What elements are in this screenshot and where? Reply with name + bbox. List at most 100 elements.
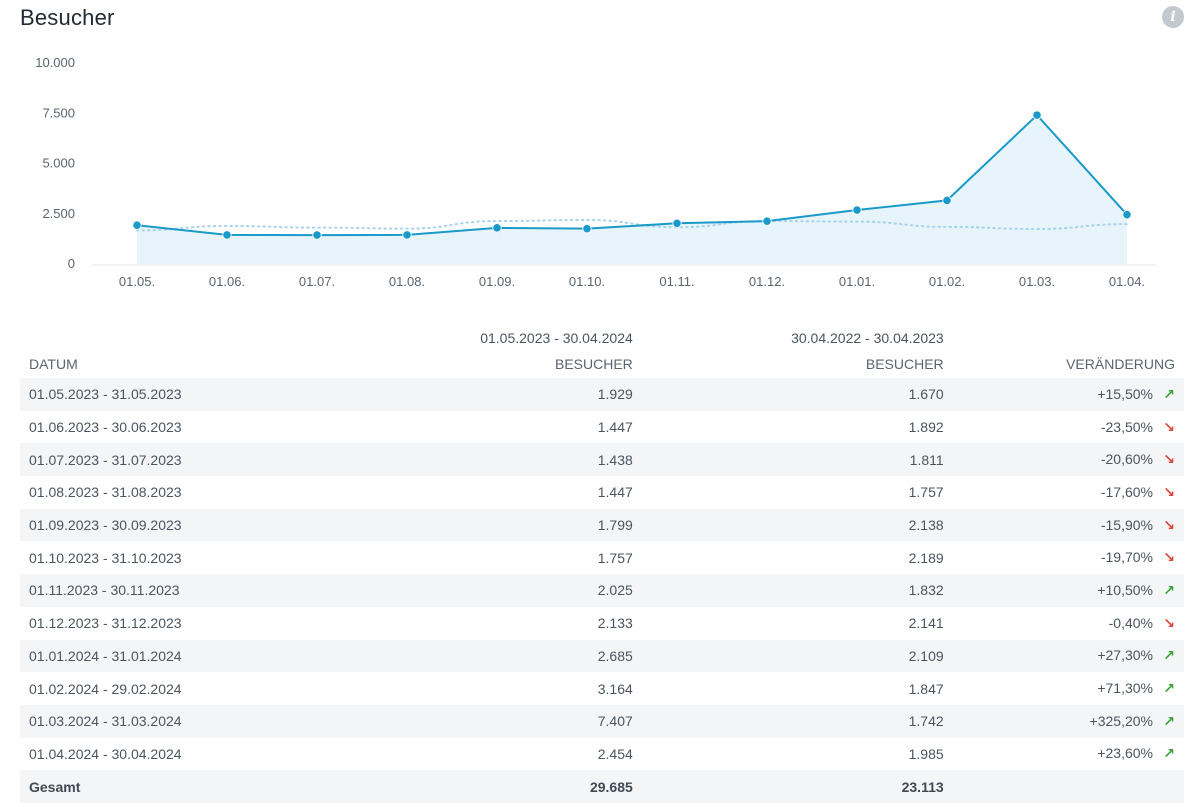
- change-value: -19,70%: [1100, 549, 1153, 566]
- row-visitors-previous: 1.847: [908, 680, 944, 697]
- row-change: +71,30% ↗: [953, 672, 1184, 705]
- period-previous: 30.04.2022 - 30.04.2023: [791, 329, 944, 346]
- row-visitors-previous: 2.109: [908, 647, 944, 664]
- col-visitors-current[interactable]: BESUCHER: [331, 350, 642, 378]
- row-visitors-current: 7.407: [597, 713, 633, 730]
- current-series-point: [312, 230, 322, 240]
- table-row: 01.05.2023 - 31.05.2023 1.929 1.670 +15,50%…: [20, 378, 1184, 411]
- row-visitors-current: 2.025: [597, 582, 633, 599]
- change-value: +71,30%: [1097, 680, 1153, 697]
- row-change: -23,50% ↘: [953, 411, 1184, 444]
- trend-down-icon: ↘: [1163, 451, 1175, 468]
- current-series-point: [852, 205, 862, 215]
- total-visitors-current: 29.685: [589, 778, 633, 795]
- col-change[interactable]: VERÄNDERUNG: [953, 350, 1184, 378]
- table-row: 01.04.2024 - 30.04.2024 2.454 1.985 +23,60%…: [20, 737, 1184, 771]
- row-visitors-current: 1.447: [597, 484, 633, 501]
- current-series-point: [1032, 110, 1042, 120]
- table-row: 01.08.2023 - 31.08.2023 1.447 1.757 -17,60%…: [20, 476, 1184, 509]
- row-change: +27,30% ↗: [953, 640, 1184, 673]
- visitors-line-chart: 0 2.500 5.000 7.500 10.000 01.05. 01.06. 01.07.…: [35, 55, 1156, 289]
- row-visitors-previous: 1.832: [908, 582, 944, 599]
- table-row: 01.07.2023 - 31.07.2023 1.438 1.811 -20,60%…: [20, 443, 1184, 477]
- change-value: -23,50%: [1100, 418, 1153, 435]
- row-date: 01.05.2023 - 31.05.2023: [29, 386, 182, 403]
- row-visitors-current: 1.757: [597, 549, 633, 566]
- change-value: +15,50%: [1097, 385, 1153, 402]
- change-value: +10,50%: [1097, 581, 1153, 598]
- change-value: -17,60%: [1100, 483, 1153, 500]
- x-tick-label: 01.09.: [479, 274, 515, 289]
- row-change: +15,50% ↗: [953, 378, 1184, 411]
- col-visitors-previous[interactable]: BESUCHER: [642, 350, 953, 378]
- row-date: 01.08.2023 - 31.08.2023: [29, 484, 182, 501]
- current-series-point: [402, 230, 412, 240]
- x-tick-label: 01.06.: [209, 274, 245, 289]
- trend-down-icon: ↘: [1163, 549, 1175, 566]
- row-change: -17,60% ↘: [953, 476, 1184, 509]
- trend-up-icon: ↗: [1163, 745, 1175, 762]
- column-header-row: DATUM BESUCHER BESUCHER VERÄNDERUNG: [20, 350, 1184, 378]
- row-date: 01.02.2024 - 29.02.2024: [29, 680, 182, 697]
- row-visitors-previous: 1.757: [908, 484, 944, 501]
- table-row: 01.02.2024 - 29.02.2024 3.164 1.847 +71,30%…: [20, 672, 1184, 705]
- change-value: +27,30%: [1097, 647, 1153, 664]
- period-current: 01.05.2023 - 30.04.2024: [480, 329, 633, 346]
- x-tick-label: 01.08.: [389, 274, 425, 289]
- total-visitors-previous: 23.113: [901, 778, 944, 795]
- row-date: 01.04.2024 - 30.04.2024: [29, 745, 182, 762]
- row-change: -20,60% ↘: [953, 443, 1184, 476]
- current-series-area: [137, 115, 1127, 265]
- row-visitors-current: 2.454: [597, 745, 633, 762]
- x-tick-label: 01.12.: [749, 274, 785, 289]
- col-date[interactable]: DATUM: [20, 350, 331, 378]
- table-row: 01.03.2024 - 31.03.2024 7.407 1.742 +325,20…: [20, 704, 1184, 738]
- row-visitors-current: 1.929: [597, 386, 633, 403]
- row-visitors-previous: 1.811: [909, 451, 944, 468]
- period-header-row: 01.05.2023 - 30.04.2024 30.04.2022 - 30.…: [20, 325, 1184, 350]
- trend-down-icon: ↘: [1163, 483, 1175, 500]
- change-value: +325,20%: [1089, 712, 1153, 729]
- x-tick-label: 01.02.: [929, 274, 965, 289]
- total-row: Gesamt 29.685 23.113: [20, 770, 1184, 803]
- trend-up-icon: ↗: [1163, 385, 1175, 402]
- x-tick-label: 01.04.: [1109, 274, 1145, 289]
- row-visitors-previous: 1.892: [908, 419, 944, 436]
- row-visitors-current: 1.438: [597, 451, 633, 468]
- change-value: -0,40%: [1108, 614, 1153, 631]
- current-series-point: [132, 220, 142, 230]
- y-tick-label: 10.000: [35, 55, 75, 70]
- row-visitors-previous: 2.138: [908, 517, 944, 534]
- current-series-point: [942, 195, 952, 206]
- total-label: Gesamt: [29, 778, 81, 795]
- row-date: 01.09.2023 - 30.09.2023: [29, 517, 182, 534]
- current-series-point: [1122, 210, 1132, 220]
- row-change: +10,50% ↗: [953, 574, 1184, 607]
- row-change: +325,20% ↗: [953, 705, 1184, 738]
- row-visitors-current: 1.799: [597, 517, 633, 534]
- row-change: +23,60% ↗: [953, 738, 1184, 771]
- info-icon[interactable]: i: [1162, 6, 1184, 28]
- row-date: 01.03.2024 - 31.03.2024: [29, 713, 182, 730]
- row-visitors-current: 3.164: [597, 680, 633, 697]
- row-date: 01.12.2023 - 31.12.2023: [29, 615, 182, 632]
- trend-up-icon: ↗: [1163, 647, 1175, 664]
- current-series-point: [762, 216, 772, 226]
- table-row: 01.09.2023 - 30.09.2023 1.799 2.138 -15,90%…: [20, 508, 1184, 542]
- current-series-point: [222, 230, 232, 240]
- table-row: 01.12.2023 - 31.12.2023 2.133 2.141 -0,40% ↘: [20, 606, 1184, 640]
- row-date: 01.11.2023 - 30.11.2023: [29, 582, 180, 599]
- trend-down-icon: ↘: [1163, 418, 1175, 435]
- y-tick-label: 5.000: [42, 156, 75, 171]
- change-value: +23,60%: [1097, 745, 1153, 762]
- row-date: 01.06.2023 - 30.06.2023: [29, 419, 182, 436]
- row-visitors-previous: 1.985: [908, 745, 944, 762]
- x-tick-label: 01.11.: [659, 274, 694, 289]
- table-row: 01.01.2024 - 31.01.2024 2.685 2.109 +27,30%…: [20, 639, 1184, 673]
- table-row: 01.10.2023 - 31.10.2023 1.757 2.189 -19,70%…: [20, 541, 1184, 575]
- change-value: -15,90%: [1100, 516, 1153, 533]
- trend-down-icon: ↘: [1163, 614, 1175, 631]
- row-date: 01.01.2024 - 31.01.2024: [29, 647, 182, 664]
- y-tick-label: 7.500: [42, 105, 75, 120]
- row-change: -19,70% ↘: [953, 541, 1184, 574]
